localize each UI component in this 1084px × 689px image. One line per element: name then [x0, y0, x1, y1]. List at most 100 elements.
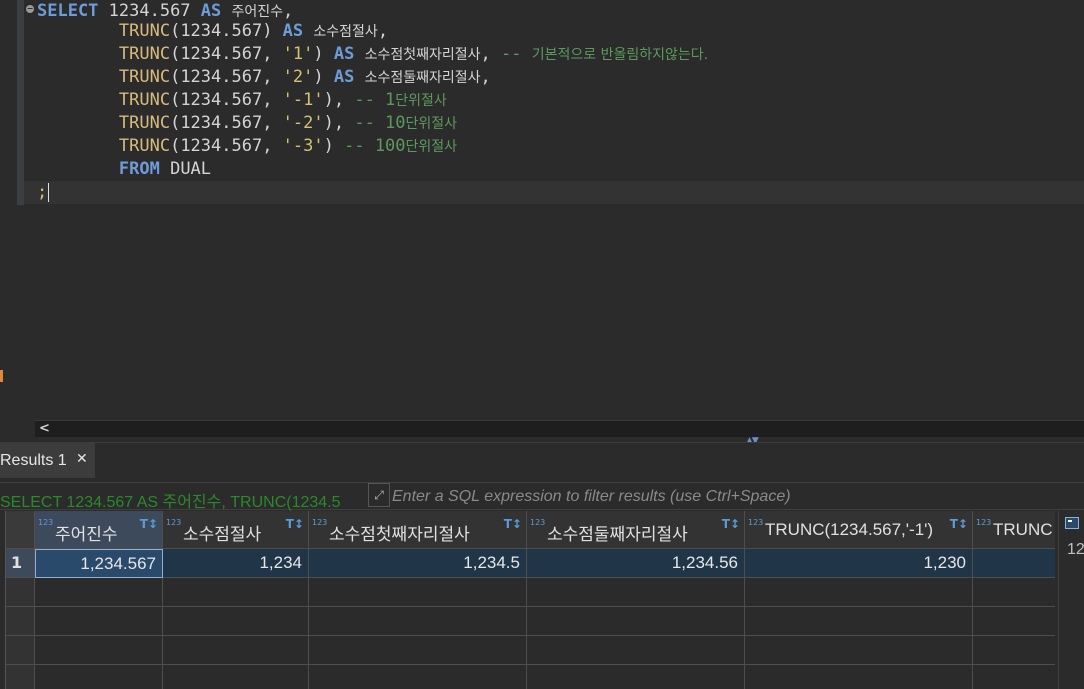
sort-filter-icon[interactable]: T↕: [504, 517, 522, 531]
code-token: 주어진수: [231, 4, 284, 20]
code-token: ,: [480, 67, 491, 87]
filter-input[interactable]: [392, 486, 1084, 508]
code-token: ): [313, 67, 334, 87]
empty-cell: [163, 665, 309, 689]
code-line[interactable]: FROM DUAL: [37, 158, 211, 181]
tab-label: Results 1: [0, 452, 67, 469]
code-line[interactable]: TRUNC(1234.567, '-2'), -- 10단위절사: [37, 112, 457, 135]
grid-corner[interactable]: [6, 511, 35, 549]
fold-icon[interactable]: −: [26, 5, 34, 13]
table-cell[interactable]: 1,230: [745, 549, 973, 578]
empty-cell: [35, 578, 163, 607]
code-token: TRUNC: [118, 90, 171, 110]
side-panel: 12: [1058, 511, 1084, 689]
code-token: TRUNC: [118, 44, 171, 64]
row-number: [6, 607, 35, 636]
code-token: ),: [323, 113, 355, 133]
table-cell[interactable]: 1,234.56: [527, 549, 745, 578]
table-cell[interactable]: 1,234.567: [35, 549, 163, 578]
sort-filter-icon[interactable]: T↕: [140, 517, 158, 531]
editor-gutter: [17, 0, 24, 205]
sort-filter-icon[interactable]: T↕: [950, 517, 968, 531]
left-accent-marker: [0, 370, 3, 382]
sql-editor[interactable]: − SELECT 1234.567 AS 주어진수, TRUNC(1234.56…: [0, 0, 1084, 420]
code-token: AS: [333, 44, 355, 64]
code-token: -- 1: [354, 90, 396, 110]
code-token: (1234.567,: [170, 44, 283, 64]
scroll-left-icon[interactable]: <: [39, 421, 50, 437]
code-token: ): [323, 136, 345, 156]
numeric-type-icon: 123: [748, 518, 764, 527]
empty-cell: [309, 607, 527, 636]
numeric-type-icon: 123: [166, 518, 182, 527]
empty-cell: [745, 578, 973, 607]
code-token: --: [501, 44, 532, 64]
row-number[interactable]: 1: [6, 549, 35, 578]
table-cell[interactable]: [973, 549, 1055, 578]
column-header[interactable]: 123 소수점둘째자리절사 T↕: [527, 511, 745, 549]
code-token: TRUNC: [118, 113, 171, 133]
code-token: 소수점둘째자리절사: [364, 70, 481, 86]
close-icon[interactable]: ✕: [76, 451, 88, 467]
code-token: DUAL: [159, 159, 212, 179]
code-line[interactable]: TRUNC(1234.567, '1') AS 소수점첫째자리절사, -- 기본…: [37, 43, 708, 66]
results-grid[interactable]: 123 주어진수 T↕ 123 소수점절사 T↕ 123 소수점첫째자리절사 T↕ 123 소수점둘…: [0, 511, 1055, 689]
code-token: '-1': [282, 90, 324, 110]
tab-results-1[interactable]: Results 1 ✕: [0, 443, 95, 478]
table-cell[interactable]: 1,234.5: [309, 549, 527, 578]
code-token: ): [313, 44, 334, 64]
numeric-type-icon: 123: [312, 518, 328, 527]
code-token: TRUNC: [118, 67, 171, 87]
column-header[interactable]: 123 TRUNC(1234.567,'-1') T↕: [745, 511, 973, 549]
empty-cell: [745, 665, 973, 689]
code-line[interactable]: TRUNC(1234.567, '-3') -- 100단위절사: [37, 135, 457, 158]
empty-cell: [163, 578, 309, 607]
code-token: AS: [200, 1, 222, 21]
empty-cell: [973, 636, 1055, 665]
editor-horizontal-scrollbar[interactable]: <: [35, 420, 1084, 437]
empty-cell: [745, 636, 973, 665]
empty-cell: [527, 665, 745, 689]
column-header[interactable]: 123 소수점첫째자리절사 T↕: [309, 511, 527, 549]
code-token: TRUNC: [118, 21, 171, 41]
expand-icon[interactable]: ⤢: [368, 483, 390, 507]
column-header-label: TRUNC: [993, 520, 1053, 539]
code-token: (1234.567,: [170, 113, 283, 133]
table-cell[interactable]: 1,234: [163, 549, 309, 578]
empty-cell: [527, 636, 745, 665]
empty-cell: [309, 665, 527, 689]
code-token: ,: [377, 21, 389, 41]
empty-cell: [309, 578, 527, 607]
empty-cell: [973, 578, 1055, 607]
code-line[interactable]: TRUNC(1234.567, '-1'), -- 1단위절사: [37, 89, 447, 112]
code-token: (1234.567,: [170, 90, 283, 110]
results-tab-bar: Results 1 ✕: [0, 442, 1084, 478]
panel-view-icon[interactable]: [1065, 517, 1079, 529]
column-header[interactable]: 123 TRUNC: [973, 511, 1055, 549]
code-token: -- 10: [354, 113, 406, 133]
code-line[interactable]: TRUNC(1234.567, '2') AS 소수점둘째자리절사,: [37, 66, 491, 89]
code-line[interactable]: ;: [24, 181, 1084, 204]
code-token: (1234.567,: [170, 67, 283, 87]
sort-filter-icon[interactable]: T↕: [722, 517, 740, 531]
code-token: '2': [282, 67, 314, 87]
filter-query-label: SELECT 1234.567 AS 주어진수, TRUNC(1234.5: [0, 494, 341, 511]
column-header-label: 소수점둘째자리절사: [547, 525, 688, 544]
empty-cell: [309, 636, 527, 665]
row-number: [6, 578, 35, 607]
empty-cell: [527, 578, 745, 607]
sort-filter-icon[interactable]: T↕: [286, 517, 304, 531]
code-token: 단위절사: [395, 93, 447, 109]
column-header[interactable]: 123 주어진수 T↕: [35, 511, 163, 549]
column-header[interactable]: 123 소수점절사 T↕: [163, 511, 309, 549]
code-line[interactable]: TRUNC(1234.567) AS 소수점절사,: [37, 20, 388, 43]
code-token: 1234.567: [98, 1, 201, 21]
text-caret: [48, 182, 50, 202]
